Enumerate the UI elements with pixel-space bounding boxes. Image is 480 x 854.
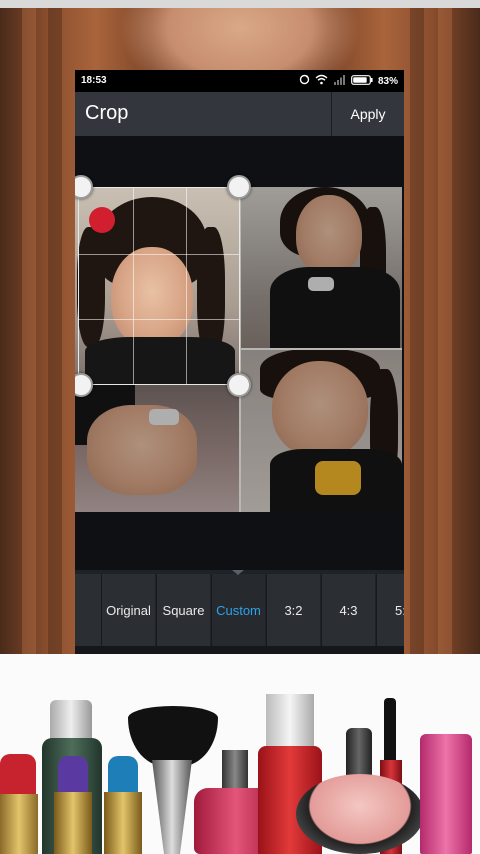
crop-rectangle[interactable] — [78, 187, 240, 385]
makeup-brush-handle — [152, 760, 192, 854]
crop-grid-line — [79, 254, 239, 255]
red-bottle-cap — [266, 694, 314, 750]
lipstick-gold-band — [0, 794, 38, 854]
page-title: Crop — [85, 102, 129, 124]
makeup-brush-head — [128, 706, 218, 766]
ratio-option-original[interactable]: Original — [101, 574, 155, 646]
aspect-ratio-bar: Original Square Custom 3:2 4:3 5: — [75, 570, 404, 646]
battery-percent: 83% — [377, 75, 398, 87]
ratio-option-free[interactable] — [75, 574, 101, 646]
ratio-option-4-3[interactable]: 4:3 — [321, 574, 375, 646]
wifi-icon — [315, 74, 328, 88]
ratio-option-square[interactable]: Square — [156, 574, 210, 646]
lipstick-blue-band — [104, 792, 142, 854]
nail-polish-cap — [222, 750, 248, 792]
crop-handle-top-right[interactable] — [227, 175, 251, 199]
crop-grid-line — [186, 188, 187, 384]
crop-dim-region — [240, 187, 402, 385]
battery-icon — [351, 74, 373, 88]
crop-grid-line — [79, 319, 239, 320]
mascara-brush-image — [384, 698, 396, 764]
signal-icon — [333, 74, 346, 88]
cosmetics-banner-image — [0, 654, 480, 854]
ratio-option-custom[interactable]: Custom — [211, 574, 265, 646]
bottom-strip — [75, 646, 404, 654]
selected-caret-icon — [232, 570, 244, 575]
ratio-option-5[interactable]: 5: — [376, 574, 404, 646]
top-strip — [0, 0, 480, 8]
crop-dim-region — [75, 385, 402, 512]
crop-handle-bottom-right[interactable] — [227, 373, 251, 397]
apply-button[interactable]: Apply — [332, 92, 404, 136]
lipstick-purple-band — [54, 792, 92, 854]
lipstick-blue-image — [108, 756, 138, 796]
pink-tube-image — [420, 734, 472, 854]
small-bottle-cap — [346, 728, 372, 778]
status-time: 18:53 — [81, 75, 107, 86]
phone-screen: 18:53 83% Crop Apply Original Square Cus… — [75, 70, 404, 654]
crop-grid-line — [133, 188, 134, 384]
sync-icon — [299, 74, 310, 88]
status-bar: 18:53 83% — [75, 70, 404, 92]
compact-powder-image — [296, 774, 424, 854]
ratio-option-3-2[interactable]: 3:2 — [266, 574, 320, 646]
lipstick-purple-image — [58, 756, 88, 796]
title-bar: Crop Apply — [75, 92, 404, 136]
green-bottle-cap — [50, 700, 92, 740]
